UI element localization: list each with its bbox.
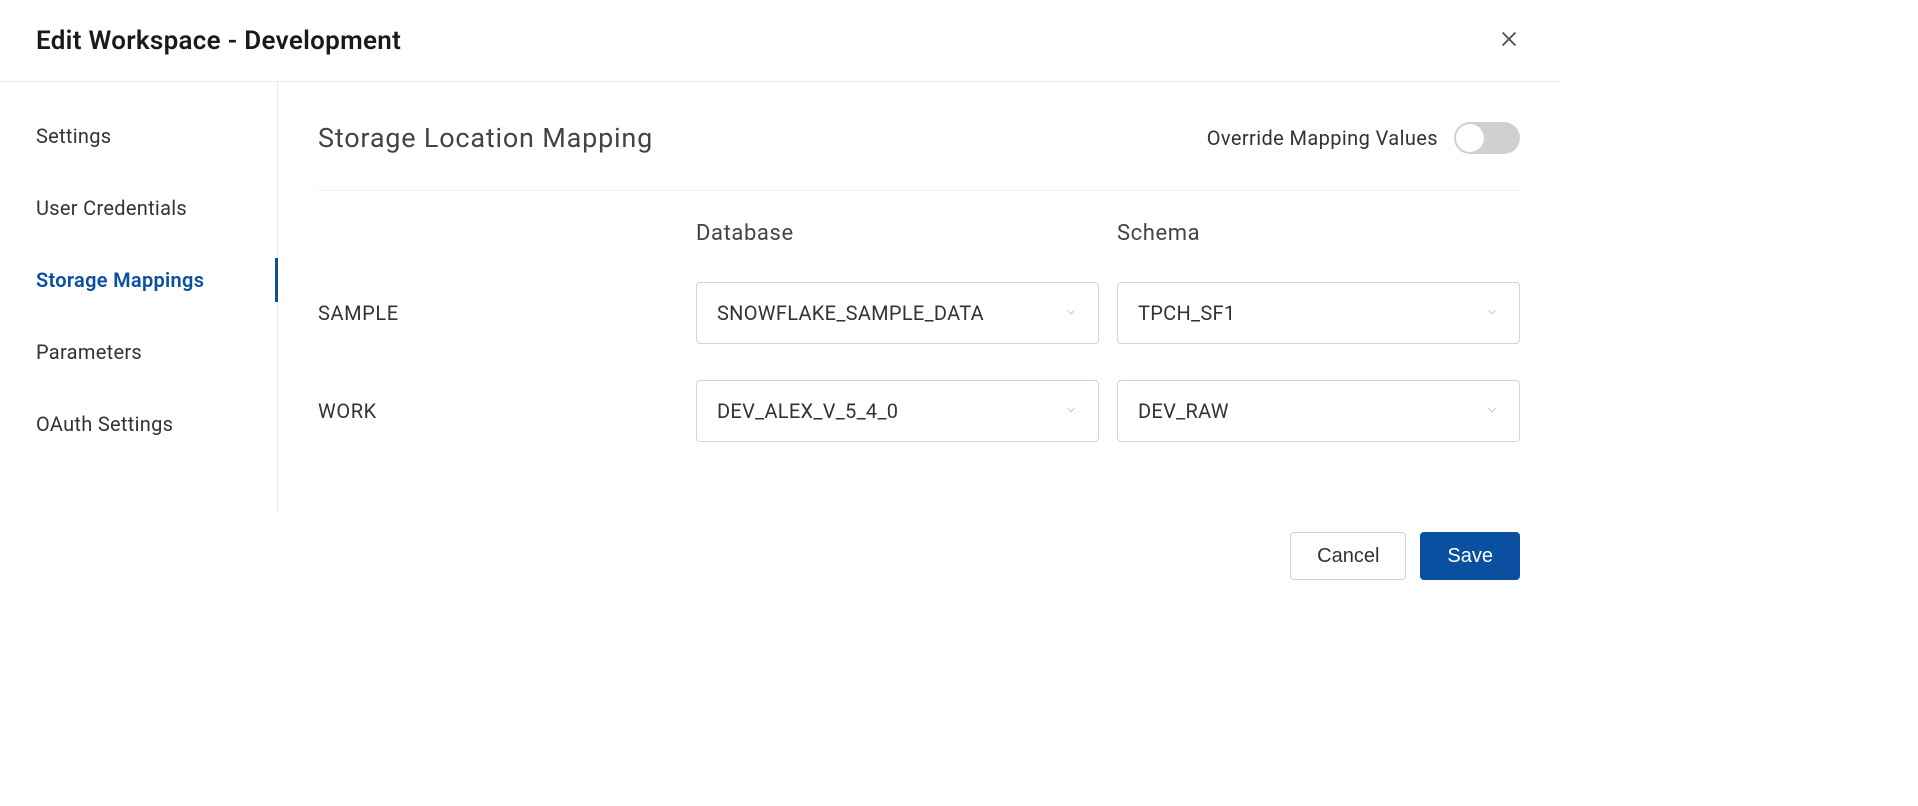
override-mapping-toggle[interactable] xyxy=(1454,122,1520,154)
sidebar-item-label: Settings xyxy=(36,124,111,148)
sidebar-item-label: Parameters xyxy=(36,340,142,364)
sidebar-item-settings[interactable]: Settings xyxy=(0,100,277,172)
section-title: Storage Location Mapping xyxy=(318,122,653,154)
sidebar-item-storage-mappings[interactable]: Storage Mappings xyxy=(0,244,277,316)
chevron-down-icon xyxy=(1485,304,1499,323)
chevron-down-icon xyxy=(1064,402,1078,421)
row-label-work: WORK xyxy=(318,399,678,423)
button-label: Cancel xyxy=(1317,545,1379,568)
select-value: DEV_RAW xyxy=(1138,399,1229,423)
sidebar-item-label: OAuth Settings xyxy=(36,412,173,436)
database-select-work[interactable]: DEV_ALEX_V_5_4_0 xyxy=(696,380,1099,442)
schema-select-work[interactable]: DEV_RAW xyxy=(1117,380,1520,442)
schema-select-sample[interactable]: TPCH_SF1 xyxy=(1117,282,1520,344)
column-header-schema: Schema xyxy=(1117,221,1520,246)
sidebar-item-label: Storage Mappings xyxy=(36,268,204,292)
override-group: Override Mapping Values xyxy=(1207,122,1520,154)
section-header: Storage Location Mapping Override Mappin… xyxy=(318,122,1520,191)
select-value: TPCH_SF1 xyxy=(1138,301,1235,325)
select-value: DEV_ALEX_V_5_4_0 xyxy=(717,399,898,423)
database-select-sample[interactable]: SNOWFLAKE_SAMPLE_DATA xyxy=(696,282,1099,344)
edit-workspace-dialog: Edit Workspace - Development Settings Us… xyxy=(0,0,1560,610)
sidebar: Settings User Credentials Storage Mappin… xyxy=(0,82,278,512)
chevron-down-icon xyxy=(1064,304,1078,323)
override-label: Override Mapping Values xyxy=(1207,126,1438,150)
sidebar-item-user-credentials[interactable]: User Credentials xyxy=(0,172,277,244)
sidebar-item-label: User Credentials xyxy=(36,196,187,220)
button-label: Save xyxy=(1447,545,1493,568)
chevron-down-icon xyxy=(1485,402,1499,421)
row-label-sample: SAMPLE xyxy=(318,301,678,325)
sidebar-item-oauth-settings[interactable]: OAuth Settings xyxy=(0,388,277,460)
dialog-title: Edit Workspace - Development xyxy=(36,26,401,56)
select-value: SNOWFLAKE_SAMPLE_DATA xyxy=(717,301,984,325)
dialog-header: Edit Workspace - Development xyxy=(0,0,1560,82)
cancel-button[interactable]: Cancel xyxy=(1290,532,1406,580)
mapping-table: Database Schema SAMPLE SNOWFLAKE_SAMPLE_… xyxy=(318,221,1520,442)
main-panel: Storage Location Mapping Override Mappin… xyxy=(278,82,1560,512)
sidebar-item-parameters[interactable]: Parameters xyxy=(0,316,277,388)
close-icon xyxy=(1498,28,1520,53)
dialog-body: Settings User Credentials Storage Mappin… xyxy=(0,82,1560,512)
save-button[interactable]: Save xyxy=(1420,532,1520,580)
close-button[interactable] xyxy=(1494,24,1524,57)
column-header-database: Database xyxy=(696,221,1099,246)
dialog-footer: Cancel Save xyxy=(0,512,1560,610)
